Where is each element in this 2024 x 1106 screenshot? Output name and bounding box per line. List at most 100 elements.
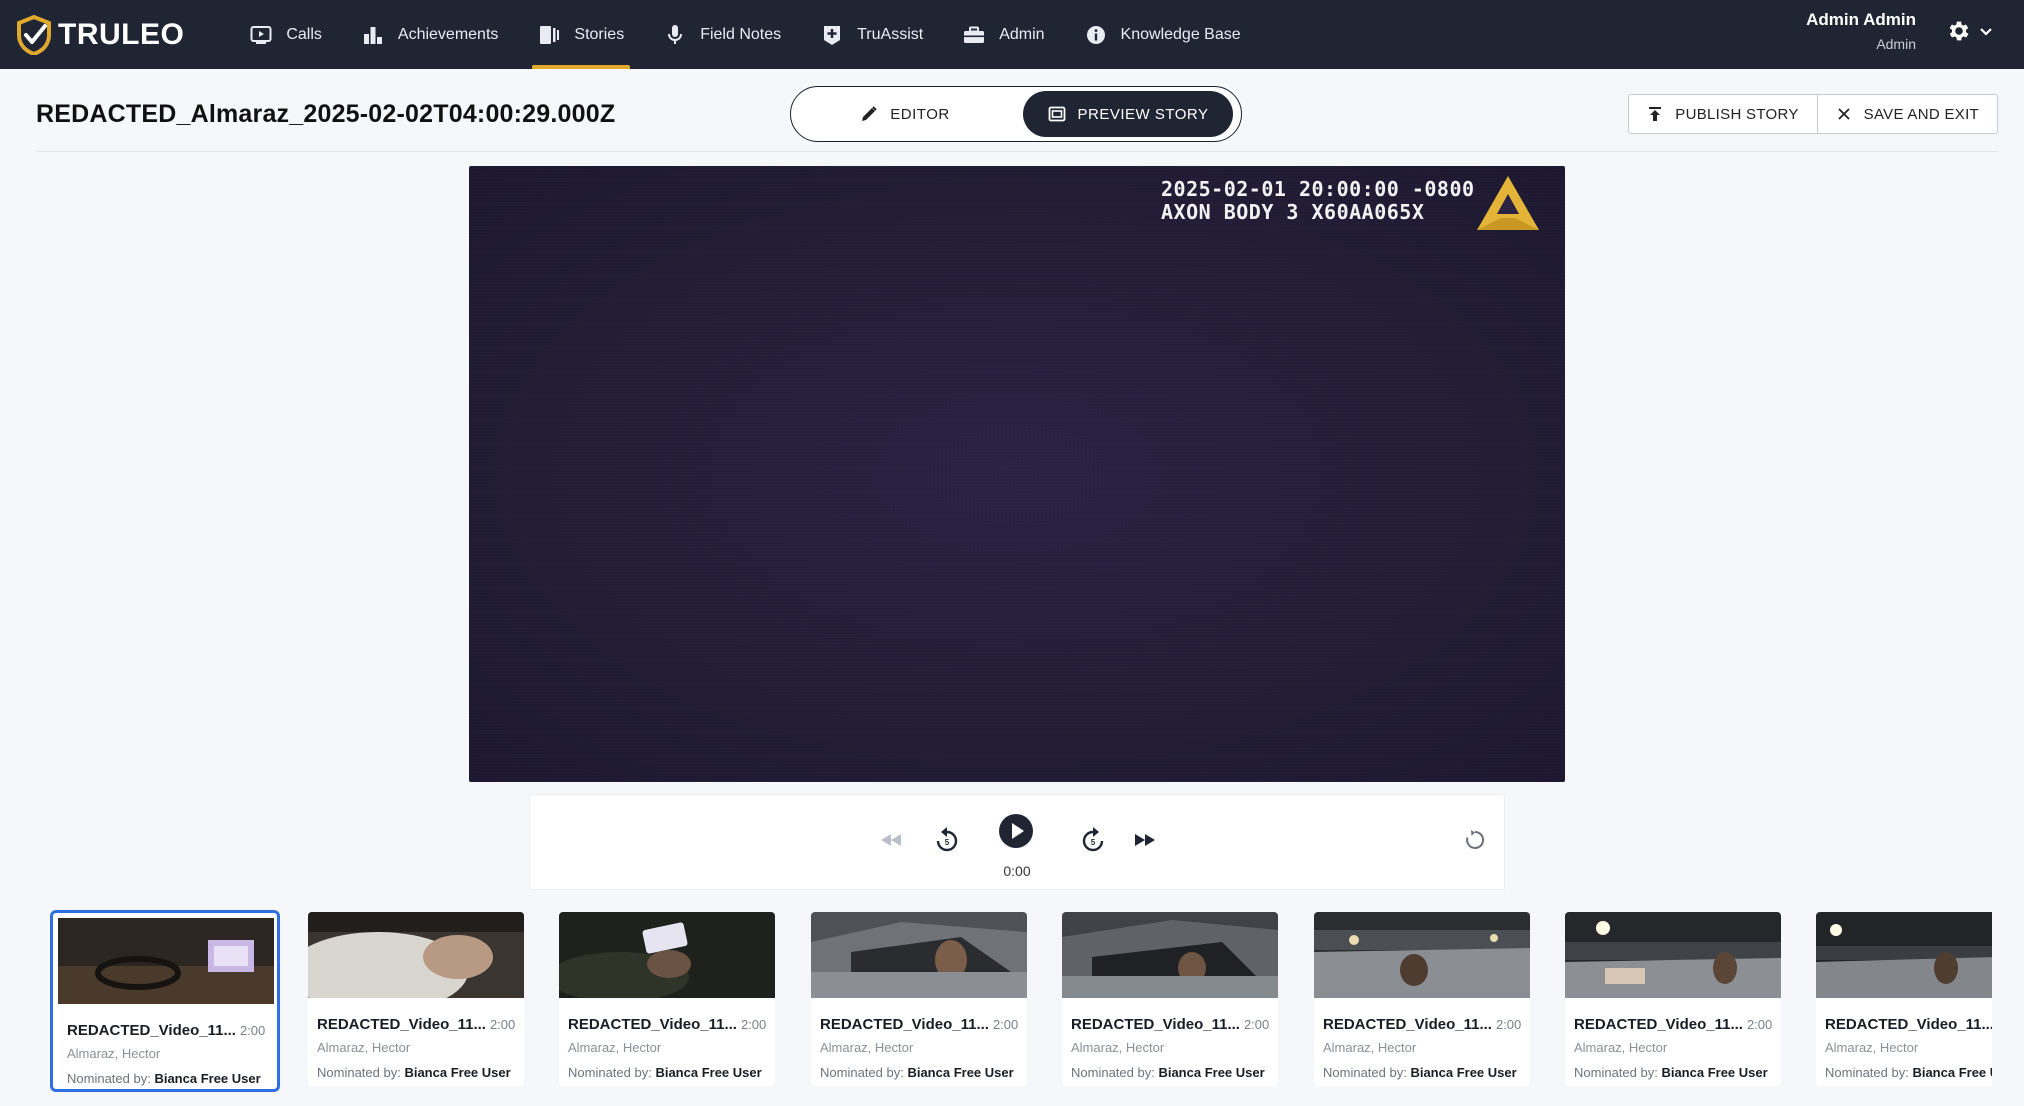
nav-item-admin[interactable]: Admin: [943, 0, 1064, 69]
clip-officer: Almaraz, Hector: [1323, 1040, 1417, 1055]
top-nav: TRULEO Calls Achievements Stories Field …: [0, 0, 2024, 69]
clip-duration: 2:00: [239, 1023, 266, 1038]
forward-icon: 5: [1082, 827, 1104, 852]
clip-officer: Almaraz, Hector: [1574, 1040, 1668, 1055]
chevron-down-icon: [1980, 28, 1992, 36]
clip-nominator: Bianca Free User: [1410, 1065, 1517, 1080]
clip-officer: Almaraz, Hector: [1825, 1040, 1919, 1055]
clip-thumbnail: [1314, 912, 1530, 998]
replay-5-button[interactable]: 5: [930, 823, 964, 857]
skip-forward-button[interactable]: [1130, 825, 1160, 855]
skip-back-button[interactable]: [876, 825, 906, 855]
clip-nominator: Bianca Free User: [1661, 1065, 1768, 1080]
clip-card[interactable]: REDACTED_Video_11... 2:00 Almaraz, Hector…: [50, 910, 280, 1092]
user-name: Admin Admin: [1806, 10, 1916, 29]
clip-nominated: Nominated by: Bianca Free User: [67, 1071, 261, 1086]
user-info[interactable]: Admin Admin Admin: [1806, 10, 1916, 52]
info-icon: [1085, 24, 1107, 46]
clip-nominator: Bianca Free User: [1912, 1065, 1992, 1080]
player-controls: 5 5 0:00: [529, 794, 1505, 890]
clip-duration: 2:00: [992, 1017, 1019, 1032]
clip-officer: Almaraz, Hector: [820, 1040, 914, 1055]
nav-item-achievements[interactable]: Achievements: [342, 0, 519, 69]
nav-item-knowledge-base[interactable]: Knowledge Base: [1065, 0, 1261, 69]
restart-button[interactable]: [1460, 825, 1490, 855]
nav-item-calls[interactable]: Calls: [230, 0, 342, 69]
clip-card[interactable]: REDACTED_Video_11... 2:00 Almaraz, Hector…: [1314, 912, 1530, 1086]
clip-nominated: Nominated by: Bianca Free User: [1574, 1065, 1768, 1080]
plus-badge-icon: [821, 24, 843, 46]
shield-check-icon: [17, 14, 51, 55]
clip-nominated: Nominated by: Bianca Free User: [820, 1065, 1014, 1080]
settings-menu-button[interactable]: [1946, 18, 1994, 44]
bar-chart-icon: [362, 24, 384, 46]
clip-thumbnail: [811, 912, 1027, 998]
fast-forward-icon: [1135, 834, 1155, 846]
clip-thumbnail: [1565, 912, 1781, 998]
play-button[interactable]: [996, 811, 1036, 851]
nav-label: Stories: [574, 25, 625, 43]
clip-thumbnail: [1816, 912, 1992, 998]
clip-title: REDACTED_Video_11...: [317, 1016, 486, 1033]
clip-nominator: Bianca Free User: [655, 1065, 762, 1080]
clip-officer: Almaraz, Hector: [568, 1040, 662, 1055]
clip-card[interactable]: REDACTED_Video_11... Almaraz, Hector Nom…: [1816, 912, 1992, 1086]
stories-icon: [538, 24, 560, 46]
clip-title: REDACTED_Video_11...: [568, 1016, 737, 1033]
story-actions: PUBLISH STORY SAVE AND EXIT: [1628, 94, 1998, 134]
clip-card[interactable]: REDACTED_Video_11... 2:00 Almaraz, Hector…: [308, 912, 524, 1086]
clip-duration: 2:00: [489, 1017, 516, 1032]
video-timestamp-overlay: 2025-02-01 20:00:00 -0800 AXON BODY 3 X6…: [1161, 178, 1475, 224]
clip-duration: 2:00: [1495, 1017, 1522, 1032]
publish-story-button[interactable]: PUBLISH STORY: [1629, 95, 1816, 133]
clip-nominated: Nominated by: Bianca Free User: [1323, 1065, 1517, 1080]
preview-story-tab[interactable]: PREVIEW STORY: [1023, 91, 1233, 137]
nav-label: Achievements: [397, 25, 499, 43]
refresh-icon: [1466, 830, 1485, 849]
clip-nominated: Nominated by: Bianca Free User: [1825, 1065, 1992, 1080]
clip-strip[interactable]: REDACTED_Video_11... 2:00 Almaraz, Hector…: [48, 910, 1992, 1098]
editor-tab[interactable]: EDITOR: [795, 91, 1015, 137]
preview-label: PREVIEW STORY: [1077, 105, 1209, 123]
clip-card[interactable]: REDACTED_Video_11... 2:00 Almaraz, Hector…: [811, 912, 1027, 1086]
truleo-logo[interactable]: TRULEO: [16, 0, 184, 69]
svg-text:5: 5: [945, 838, 950, 847]
clip-nominator: Bianca Free User: [1158, 1065, 1265, 1080]
clip-card[interactable]: REDACTED_Video_11... 2:00 Almaraz, Hector…: [1062, 912, 1278, 1086]
clip-thumbnail: [58, 918, 274, 1004]
microphone-icon: [664, 24, 686, 46]
nav-label: Knowledge Base: [1120, 25, 1241, 43]
save-and-exit-button[interactable]: SAVE AND EXIT: [1816, 95, 1997, 133]
clip-title: REDACTED_Video_11...: [1071, 1016, 1240, 1033]
mode-toggle: EDITOR PREVIEW STORY: [790, 86, 1242, 142]
nav-item-stories[interactable]: Stories: [518, 0, 644, 69]
clip-duration: 2:00: [1243, 1017, 1270, 1032]
nav-item-truassist[interactable]: TruAssist: [801, 0, 943, 69]
clip-duration: 2:00: [1746, 1017, 1773, 1032]
preview-icon: [1048, 106, 1065, 122]
clip-card[interactable]: REDACTED_Video_11... 2:00 Almaraz, Hector…: [559, 912, 775, 1086]
clip-thumbnail: [308, 912, 524, 1012]
publish-label: PUBLISH STORY: [1675, 105, 1799, 123]
close-icon: [1838, 108, 1850, 120]
clip-title: REDACTED_Video_11...: [1574, 1016, 1743, 1033]
replay-icon: 5: [936, 827, 958, 852]
clip-officer: Almaraz, Hector: [67, 1046, 161, 1061]
nav-item-field-notes[interactable]: Field Notes: [644, 0, 801, 69]
clip-thumbnail: [1062, 912, 1278, 998]
axon-logo-icon: [1477, 176, 1539, 230]
clip-title: REDACTED_Video_11...: [1323, 1016, 1492, 1033]
brand-name: TRULEO: [58, 17, 185, 51]
upload-icon: [1649, 107, 1662, 121]
forward-5-button[interactable]: 5: [1076, 823, 1110, 857]
clip-card[interactable]: REDACTED_Video_11... 2:00 Almaraz, Hector…: [1565, 912, 1781, 1086]
toolbox-icon: [963, 24, 985, 46]
clip-officer: Almaraz, Hector: [317, 1040, 411, 1055]
clip-nominator: Bianca Free User: [154, 1071, 261, 1086]
header-divider: [36, 151, 1998, 152]
clip-nominated: Nominated by: Bianca Free User: [568, 1065, 762, 1080]
rewind-icon: [881, 834, 901, 846]
video-preview[interactable]: 2025-02-01 20:00:00 -0800 AXON BODY 3 X6…: [469, 166, 1565, 782]
gear-icon: [1949, 21, 1969, 41]
editor-label: EDITOR: [890, 105, 950, 123]
